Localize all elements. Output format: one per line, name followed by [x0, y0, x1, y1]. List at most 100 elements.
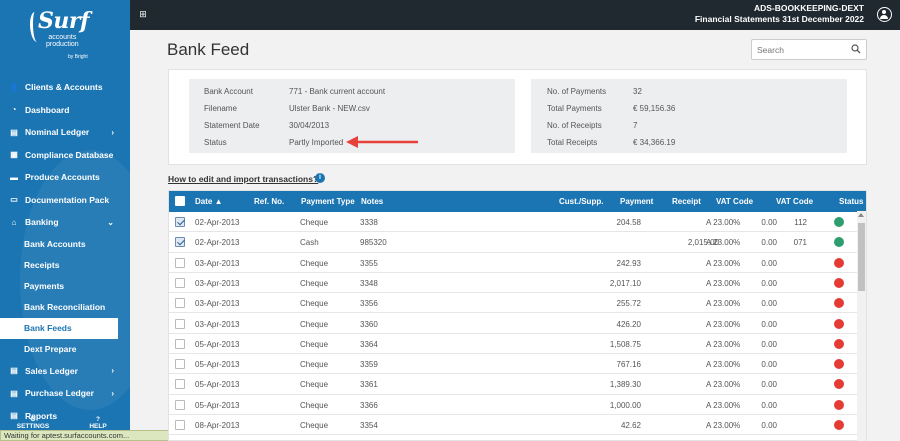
sidebar-item-clients-accounts[interactable]: 👤 Clients & Accounts — [0, 76, 130, 99]
settings-button[interactable]: ⚙ SETTINGS — [0, 408, 66, 430]
sidebar-item-documentation-pack[interactable]: ▭ Documentation Pack — [0, 189, 130, 212]
col-notes[interactable]: Notes — [361, 197, 383, 206]
summary-label: No. of Receipts — [547, 121, 602, 130]
col-receipt[interactable]: Receipt — [672, 197, 701, 206]
row-checkbox[interactable] — [175, 359, 185, 370]
cell-notes: 985320 — [360, 238, 387, 248]
cell-payment-type: Cheque — [300, 258, 329, 268]
row-checkbox[interactable] — [175, 237, 185, 248]
table-row[interactable]: 03-Apr-2013 Cheque 3355 242.93 A 23.00% 0.00 — [169, 253, 857, 273]
cell-vat: 0.00 — [761, 319, 777, 329]
search-icon[interactable] — [851, 44, 861, 54]
row-checkbox[interactable] — [175, 257, 185, 268]
sidebar-sub-receipts[interactable]: Receipts — [0, 255, 130, 276]
cell-vat-code: A 23.00% — [706, 278, 741, 288]
row-checkbox[interactable] — [175, 338, 185, 349]
row-checkbox[interactable] — [175, 379, 185, 390]
select-all-checkbox[interactable] — [175, 196, 185, 206]
cell-payment-type: Cheque — [300, 278, 329, 288]
col-date[interactable]: Date ▲ — [195, 197, 222, 206]
cell-vat-code: A 23.00% — [706, 400, 741, 410]
cell-vat-code: A 23.00% — [706, 238, 741, 248]
table-row[interactable]: 08-Apr-2013 Cheque 3354 42.62 A 23.00% 0.00 — [169, 415, 857, 436]
cell-vat-code: A 23.00% — [706, 360, 741, 370]
row-checkbox[interactable] — [175, 318, 185, 329]
col-cust-supp[interactable]: Cust./Supp. — [559, 197, 603, 206]
sidebar-item-nominal-ledger[interactable]: ▤ Nominal Ledger › — [0, 121, 130, 144]
row-checkbox[interactable] — [175, 217, 185, 227]
page-title: Bank Feed — [167, 40, 250, 59]
table-row[interactable] — [169, 435, 857, 440]
sidebar-item-label: Purchase Ledger — [25, 388, 94, 399]
row-checkbox[interactable] — [175, 399, 185, 410]
help-button[interactable]: ? HELP — [66, 408, 130, 430]
sidebar-sub-dext-prepare[interactable]: Dext Prepare — [0, 339, 130, 360]
cell-vat: 0.00 — [761, 339, 777, 349]
table-row[interactable]: 03-Apr-2013 Cheque 3348 2,017.10 A 23.00% 0.0… — [169, 273, 857, 294]
sidebar-sub-bank-reconciliation[interactable]: Bank Reconciliation — [0, 297, 130, 318]
table-row[interactable]: 03-Apr-2013 Cheque 3360 426.20 A 23.00% 0.00 — [169, 314, 857, 334]
scroll-up-icon[interactable] — [858, 213, 864, 217]
help-label: HELP — [89, 423, 107, 430]
sidebar-item-produce-accounts[interactable]: ▬ Produce Accounts — [0, 166, 130, 189]
cell-payment: 1,508.75 — [609, 339, 641, 349]
sidebar-item-label: Documentation Pack — [25, 194, 110, 205]
surf-logo[interactable]: Surf accounts production by Bright — [28, 8, 108, 62]
sidebar-item-purchase-ledger[interactable]: ▤ Purchase Ledger › — [0, 382, 130, 405]
cell-payment-type: Cheque — [300, 400, 329, 410]
cell-date: 02-Apr-2013 — [195, 238, 240, 248]
cell-notes: 3355 — [360, 258, 378, 268]
cell-vat-code: A 23.00% — [706, 299, 741, 309]
search-input[interactable] — [752, 40, 842, 59]
cell-date: 03-Apr-2013 — [195, 258, 240, 268]
sidebar-sub-payments[interactable]: Payments — [0, 276, 130, 297]
cell-payment: 426.20 — [616, 319, 641, 329]
chevron-down-icon: ⌄ — [107, 217, 114, 227]
table-row[interactable]: 05-Apr-2013 Cheque 3364 1,508.75 A 23.00% 0.0… — [169, 334, 857, 355]
cell-date: 03-Apr-2013 — [195, 299, 240, 309]
help-link[interactable]: How to edit and import transactions? — [168, 174, 318, 184]
col-status[interactable]: Status — [839, 197, 863, 206]
sidebar-sub-bank-feeds[interactable]: Bank Feeds — [0, 317, 118, 339]
org-info: ADS-BOOKKEEPING-DEXT Financial Statement… — [695, 3, 864, 25]
summary-label: No. of Payments — [547, 87, 607, 96]
col-vat-code-2[interactable]: VAT Code — [776, 197, 813, 206]
sidebar-item-dashboard[interactable]: ◔ Dashboard — [0, 99, 130, 122]
cell-date: 02-Apr-2013 — [195, 218, 240, 227]
expand-sidebar-icon[interactable]: ⊞ — [138, 9, 148, 19]
info-icon[interactable]: i — [315, 173, 325, 183]
row-checkbox[interactable] — [175, 420, 185, 430]
col-ref[interactable]: Ref. No. — [254, 197, 284, 206]
table-row[interactable]: 05-Apr-2013 Cheque 3361 1,389.30 A 23.00% 0.0… — [169, 374, 857, 395]
cell-vat: 0.00 — [761, 360, 777, 370]
cell-notes: 3361 — [360, 380, 378, 390]
cell-vat: 0.00 — [761, 421, 777, 430]
row-checkbox[interactable] — [175, 277, 185, 288]
table-row[interactable]: 05-Apr-2013 Cheque 3366 1,000.00 A 23.00% 0.0… — [169, 395, 857, 415]
col-vat-code[interactable]: VAT Code — [716, 197, 753, 206]
table-row[interactable]: 02-Apr-2013 Cash 985320 2,015.00 A 23.00% 0.0… — [169, 232, 857, 253]
chevron-right-icon: › — [111, 388, 114, 398]
help-icon: ? — [96, 416, 100, 423]
sidebar-item-banking[interactable]: ⌂ Banking ⌄ — [0, 211, 130, 234]
col-payment[interactable]: Payment — [620, 197, 653, 206]
col-payment-type[interactable]: Payment Type — [301, 197, 355, 206]
table-scrollbar[interactable] — [857, 211, 866, 441]
table-row[interactable]: 05-Apr-2013 Cheque 3359 767.16 A 23.00% 0.00 — [169, 354, 857, 375]
sidebar-item-sales-ledger[interactable]: ▤ Sales Ledger › — [0, 360, 130, 383]
cell-payment: 204.58 — [616, 218, 641, 227]
sidebar-item-label: Dashboard — [25, 104, 70, 115]
sidebar-item-compliance-database[interactable]: ▦ Compliance Database — [0, 144, 130, 167]
search-box[interactable] — [751, 39, 867, 60]
table-row[interactable]: 02-Apr-2013 Cheque 3338 204.58 A 23.00% 0.00 1… — [169, 212, 857, 233]
sidebar-item-label: Compliance Database — [25, 149, 114, 160]
cell-vat-code: A 23.00% — [706, 421, 741, 430]
scrollbar-thumb[interactable] — [858, 223, 865, 291]
user-account-icon[interactable] — [877, 7, 892, 22]
table-row[interactable]: 03-Apr-2013 Cheque 3356 255.72 A 23.00% 0.00 — [169, 293, 857, 314]
row-checkbox[interactable] — [175, 298, 185, 309]
status-dot-icon — [834, 338, 844, 349]
cell-date: 08-Apr-2013 — [195, 421, 240, 430]
cell-date: 05-Apr-2013 — [195, 380, 240, 390]
sidebar-sub-bank-accounts[interactable]: Bank Accounts — [0, 234, 130, 255]
